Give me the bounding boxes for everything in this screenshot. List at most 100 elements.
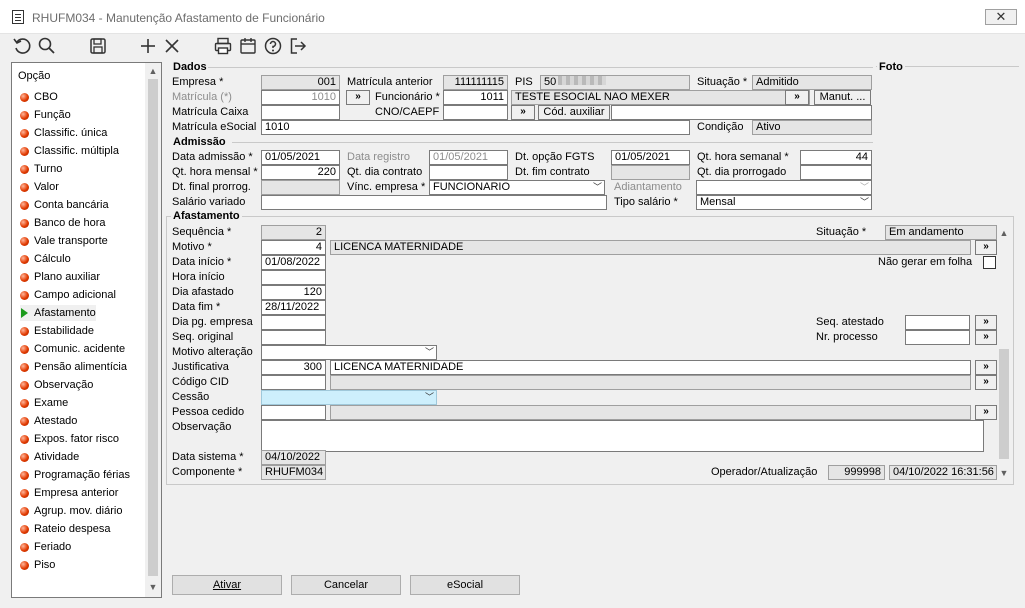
motivo-field[interactable]: 4 xyxy=(261,240,326,255)
justificativa-field[interactable]: 300 xyxy=(261,360,326,375)
data-inicio-field[interactable]: 01/08/2022 xyxy=(261,255,326,270)
condicao-field[interactable]: Ativo xyxy=(752,120,872,135)
justificativa-desc-field[interactable]: LICENCA MATERNIDADE xyxy=(330,360,971,375)
dt-opcao-fgts-field[interactable]: 01/05/2021 xyxy=(611,150,690,165)
scroll-up-icon[interactable]: ▲ xyxy=(997,227,1011,239)
ativar-button[interactable]: Ativar xyxy=(172,575,282,595)
option-item[interactable]: Valor xyxy=(20,179,59,195)
afastamento-scrollbar[interactable]: ▲ ▼ xyxy=(997,227,1011,481)
option-item[interactable]: Empresa anterior xyxy=(20,485,118,501)
matricula-field[interactable]: 1010 xyxy=(261,90,340,105)
refresh-icon[interactable] xyxy=(12,36,32,56)
data-admissao-field[interactable]: 01/05/2021 xyxy=(261,150,340,165)
operador-field[interactable]: 999998 xyxy=(828,465,885,480)
motivo-lookup-button[interactable]: » xyxy=(975,240,997,255)
option-item[interactable]: Classific. única xyxy=(20,125,107,141)
scrollbar-thumb[interactable] xyxy=(148,79,158,576)
seq-atestado-lookup-button[interactable]: » xyxy=(975,315,997,330)
scrollbar-thumb[interactable] xyxy=(999,349,1009,459)
situacao-field[interactable]: Admitido xyxy=(752,75,872,90)
option-item[interactable]: Pensão alimentícia xyxy=(20,359,127,375)
vinc-empresa-select[interactable]: FUNCIONARIO ﹀ xyxy=(429,180,605,195)
option-item[interactable]: Rateio despesa xyxy=(20,521,110,537)
funcionario-lookup-button[interactable]: » xyxy=(785,90,809,105)
nr-processo-field[interactable] xyxy=(905,330,970,345)
option-item[interactable]: Estabilidade xyxy=(20,323,94,339)
dt-final-prorrog-field[interactable] xyxy=(261,180,340,195)
option-item[interactable]: Atividade xyxy=(20,449,79,465)
help-icon[interactable] xyxy=(263,36,283,56)
option-item[interactable]: Observação xyxy=(20,377,93,393)
matricula-esocial-field[interactable]: 1010 xyxy=(261,120,690,135)
dia-pg-empresa-field[interactable] xyxy=(261,315,326,330)
seq-atestado-field[interactable] xyxy=(905,315,970,330)
atualizacao-field[interactable]: 04/10/2022 16:31:56 xyxy=(889,465,997,480)
cno-lookup-button[interactable]: » xyxy=(511,105,535,120)
dia-afastado-field[interactable]: 120 xyxy=(261,285,326,300)
pessoa-cedido-lookup-button[interactable]: » xyxy=(975,405,997,420)
scroll-up-icon[interactable]: ▲ xyxy=(146,65,160,77)
esocial-button[interactable]: eSocial xyxy=(410,575,520,595)
matricula-anterior-field[interactable]: 111111115 xyxy=(443,75,508,90)
cod-auxiliar-button[interactable]: Cód. auxiliar xyxy=(538,105,610,120)
hora-inicio-field[interactable] xyxy=(261,270,326,285)
save-icon[interactable] xyxy=(88,36,108,56)
option-item[interactable]: Banco de hora xyxy=(20,215,106,231)
observacao-textarea[interactable] xyxy=(261,420,984,452)
nao-gerar-checkbox[interactable] xyxy=(983,256,996,269)
option-item[interactable]: Exame xyxy=(20,395,68,411)
option-item[interactable]: Plano auxiliar xyxy=(20,269,100,285)
option-item[interactable]: Vale transporte xyxy=(20,233,108,249)
tipo-salario-select[interactable]: Mensal ﹀ xyxy=(696,195,872,210)
adiantamento-select[interactable]: ﹀ xyxy=(696,180,872,195)
option-item[interactable]: Campo adicional xyxy=(20,287,116,303)
option-item[interactable]: Conta bancária xyxy=(20,197,109,213)
add-icon[interactable] xyxy=(138,36,158,56)
option-item[interactable]: Agrup. mov. diário xyxy=(20,503,122,519)
qt-hora-semanal-field[interactable]: 44 xyxy=(800,150,872,165)
funcionario-field[interactable]: 1011 xyxy=(443,90,508,105)
componente-field[interactable]: RHUFM034 xyxy=(261,465,326,480)
motivo-alteracao-select[interactable]: ﹀ xyxy=(261,345,437,360)
option-item[interactable]: Expos. fator risco xyxy=(20,431,119,447)
empresa-field[interactable]: 001 xyxy=(261,75,340,90)
option-item[interactable]: Afastamento xyxy=(20,305,96,321)
data-registro-field[interactable]: 01/05/2021 xyxy=(429,150,508,165)
nr-processo-lookup-button[interactable]: » xyxy=(975,330,997,345)
option-item[interactable]: Feriado xyxy=(20,539,71,555)
cessao-select[interactable]: ﹀ xyxy=(261,390,437,405)
option-item[interactable]: Turno xyxy=(20,161,62,177)
matricula-caixa-field[interactable] xyxy=(261,105,340,120)
option-item[interactable]: Classific. múltipla xyxy=(20,143,119,159)
search-icon[interactable] xyxy=(37,36,57,56)
option-item[interactable]: Programação férias xyxy=(20,467,130,483)
option-item[interactable]: Comunic. acidente xyxy=(20,341,125,357)
option-item[interactable]: Atestado xyxy=(20,413,77,429)
afast-situacao-field[interactable]: Em andamento xyxy=(885,225,997,240)
manut-button[interactable]: Manut. ... xyxy=(814,90,871,105)
qt-dia-prorrogado-field[interactable] xyxy=(800,165,872,180)
cno-field[interactable] xyxy=(443,105,508,120)
codigo-cid-field[interactable] xyxy=(261,375,326,390)
pis-field[interactable]: 50 xyxy=(540,75,690,90)
salario-variado-field[interactable] xyxy=(261,195,607,210)
print-icon[interactable] xyxy=(213,36,233,56)
close-button[interactable]: ✕ xyxy=(985,9,1017,25)
cancelar-button[interactable]: Cancelar xyxy=(291,575,401,595)
qt-dia-contrato-field[interactable] xyxy=(429,165,508,180)
codigo-cid-lookup-button[interactable]: » xyxy=(975,375,997,390)
calendar-icon[interactable] xyxy=(238,36,258,56)
cod-auxiliar-field[interactable] xyxy=(611,105,872,120)
matricula-lookup-button[interactable]: » xyxy=(346,90,370,105)
option-item[interactable]: Função xyxy=(20,107,71,123)
pessoa-cedido-field[interactable] xyxy=(261,405,326,420)
option-item[interactable]: CBO xyxy=(20,89,58,105)
scroll-down-icon[interactable]: ▼ xyxy=(146,581,160,593)
data-sistema-field[interactable]: 04/10/2022 xyxy=(261,450,326,465)
delete-icon[interactable] xyxy=(162,36,182,56)
options-scrollbar[interactable]: ▲ ▼ xyxy=(145,63,161,597)
option-item[interactable]: Piso xyxy=(20,557,55,573)
sequencia-field[interactable]: 2 xyxy=(261,225,326,240)
qt-hora-mensal-field[interactable]: 220 xyxy=(261,165,340,180)
dt-fim-contrato-field[interactable] xyxy=(611,165,690,180)
